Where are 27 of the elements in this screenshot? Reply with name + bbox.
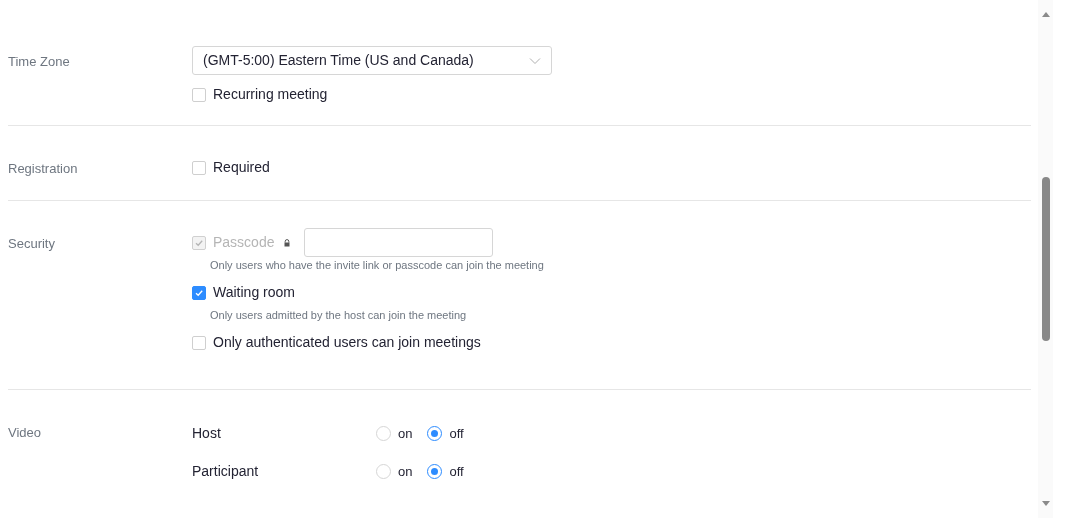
radio-option[interactable]: on <box>376 423 413 444</box>
participant-label: Host <box>192 424 222 443</box>
hint-text: Only users admitted by the host can join the meeting <box>210 308 468 323</box>
hint-text: Only users who have the invite link or passcode can join the meeting <box>210 258 544 273</box>
chevron-down-icon <box>529 56 541 65</box>
radio-option[interactable]: off <box>427 423 464 444</box>
checkbox[interactable] <box>192 87 206 102</box>
section-label: Security <box>8 235 56 253</box>
section-label: Time Zone <box>8 53 71 71</box>
scrollbar[interactable] <box>1038 0 1053 518</box>
checkbox-label: Passcode <box>213 233 275 252</box>
checkbox-label: Required <box>213 158 270 177</box>
checkbox-label: Recurring meeting <box>213 85 328 104</box>
checkbox[interactable] <box>192 285 206 300</box>
time-zone-select[interactable]: (GMT-5:00) Eastern Time (US and Canada) <box>192 46 552 75</box>
radio-option[interactable]: off <box>427 461 464 482</box>
checkbox[interactable] <box>192 160 206 175</box>
section-label: Registration <box>8 160 79 178</box>
scrollbar-thumb[interactable] <box>1041 177 1050 341</box>
checkbox[interactable] <box>192 335 206 350</box>
checkbox-label: Waiting room <box>213 283 295 302</box>
checkbox-label: Only authenticated users can join meetings <box>213 333 481 352</box>
scroll-down-arrow-icon[interactable] <box>1041 501 1050 506</box>
section-label: Video <box>8 424 42 442</box>
radio-option[interactable]: on <box>376 461 413 482</box>
scroll-up-arrow-icon[interactable] <box>1041 12 1050 17</box>
participant-label: Participant <box>192 462 260 481</box>
